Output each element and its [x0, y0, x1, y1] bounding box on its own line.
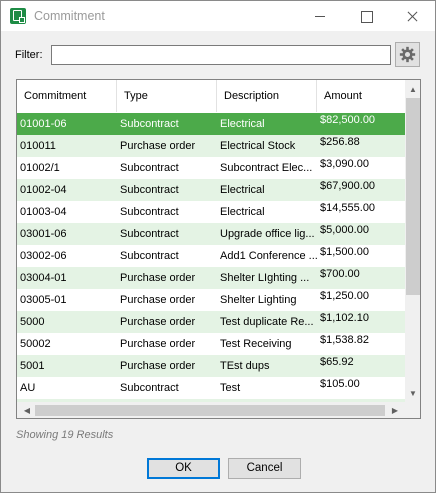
ok-button[interactable]: OK: [147, 458, 220, 479]
type-cell: Purchase order: [120, 294, 196, 306]
table-row[interactable]: AU Subcontract Test $105.00: [17, 377, 405, 399]
filter-label: Filter:: [15, 49, 43, 61]
amount-cell: $82,500.00: [320, 114, 376, 126]
scrollbar-corner: [405, 402, 420, 418]
scroll-up-icon[interactable]: ▲: [405, 82, 420, 98]
description-cell: Add1 Conference ...: [220, 250, 317, 262]
type-cell: Purchase order: [120, 316, 196, 328]
description-cell: Test: [220, 382, 241, 394]
amount-cell: $1,250.00: [320, 290, 369, 302]
scroll-left-icon[interactable]: ◀: [19, 402, 35, 418]
commitment-cell: 01002/1: [20, 162, 60, 174]
commitment-cell: 010011: [20, 140, 56, 152]
window-title: Commitment: [34, 9, 105, 23]
commitment-cell: 03001-06: [20, 228, 67, 240]
amount-cell: $65.92: [320, 356, 354, 368]
column-header-description[interactable]: Description: [217, 80, 317, 112]
column-header-amount[interactable]: Amount: [317, 80, 405, 112]
commitment-cell: 5001: [20, 360, 45, 372]
vertical-scroll-thumb[interactable]: [406, 98, 420, 295]
minimize-button[interactable]: [297, 1, 343, 31]
amount-cell: $14,555.00: [320, 202, 376, 214]
type-cell: Subcontract: [120, 118, 179, 130]
description-cell: Shelter Lighting: [220, 294, 297, 306]
gear-icon: [399, 46, 416, 63]
type-cell: Subcontract: [120, 206, 179, 218]
settings-button[interactable]: [395, 42, 420, 67]
type-cell: Subcontract: [120, 228, 179, 240]
commitment-cell: AU: [20, 382, 36, 394]
commitment-cell: 01001-06: [20, 118, 67, 130]
title-bar: Commitment: [1, 1, 435, 31]
type-cell: Subcontract: [120, 162, 179, 174]
description-cell: Electrical: [220, 118, 265, 130]
type-cell: Subcontract: [120, 250, 179, 262]
close-button[interactable]: [389, 1, 435, 31]
description-cell: Shelter LIghting ...: [220, 272, 310, 284]
scroll-right-icon[interactable]: ▶: [387, 402, 403, 418]
commitment-cell: 01003-04: [20, 206, 67, 218]
description-cell: Upgrade office lig...: [220, 228, 315, 240]
type-cell: Purchase order: [120, 272, 196, 284]
type-cell: Purchase order: [120, 140, 196, 152]
type-cell: Purchase order: [120, 338, 196, 350]
amount-cell: $1,500.00: [320, 246, 369, 258]
amount-cell: $256.88: [320, 136, 360, 148]
description-cell: Test duplicate Re...: [220, 316, 314, 328]
horizontal-scrollbar[interactable]: ◀ ▶: [17, 402, 405, 418]
column-header-commitment[interactable]: Commitment: [17, 80, 117, 112]
amount-cell: $5,000.00: [320, 224, 369, 236]
scroll-down-icon[interactable]: ▼: [405, 386, 420, 402]
description-cell: Subcontract Elec...: [220, 162, 313, 174]
vertical-scrollbar[interactable]: ▲ ▼: [405, 80, 420, 402]
results-count: Showing 19 Results: [16, 429, 114, 441]
horizontal-scroll-thumb[interactable]: [35, 405, 385, 416]
commitment-cell: 50002: [20, 338, 51, 350]
amount-cell: $105.00: [320, 378, 360, 390]
commitment-cell: 03002-06: [20, 250, 67, 262]
type-cell: Subcontract: [120, 382, 179, 394]
description-cell: Electrical: [220, 184, 265, 196]
description-cell: Electrical: [220, 206, 265, 218]
amount-cell: $1,538.82: [320, 334, 369, 346]
amount-cell: $1,102.10: [320, 312, 369, 324]
commitment-cell: 03005-01: [20, 294, 67, 306]
description-cell: Electrical Stock: [220, 140, 296, 152]
description-cell: TEst dups: [220, 360, 270, 372]
commitment-cell: 03004-01: [20, 272, 67, 284]
commitment-cell: 5000: [20, 316, 45, 328]
column-header-type[interactable]: Type: [117, 80, 217, 112]
grid-rows: 01001-06 Subcontract Electrical $82,500.…: [17, 113, 405, 418]
type-cell: Purchase order: [120, 360, 196, 372]
cancel-button[interactable]: Cancel: [228, 458, 301, 479]
app-icon: [10, 8, 26, 24]
amount-cell: $67,900.00: [320, 180, 376, 192]
commitment-dialog: Commitment Filter: Commitment Type Descr…: [0, 0, 436, 493]
filter-input[interactable]: [51, 45, 391, 65]
grid-header: Commitment Type Description Amount: [17, 80, 405, 112]
description-cell: Test Receiving: [220, 338, 292, 350]
maximize-button[interactable]: [343, 1, 389, 31]
commitment-grid: Commitment Type Description Amount 01001…: [16, 79, 421, 419]
amount-cell: $3,090.00: [320, 158, 369, 170]
amount-cell: $700.00: [320, 268, 360, 280]
commitment-cell: 01002-04: [20, 184, 67, 196]
type-cell: Subcontract: [120, 184, 179, 196]
